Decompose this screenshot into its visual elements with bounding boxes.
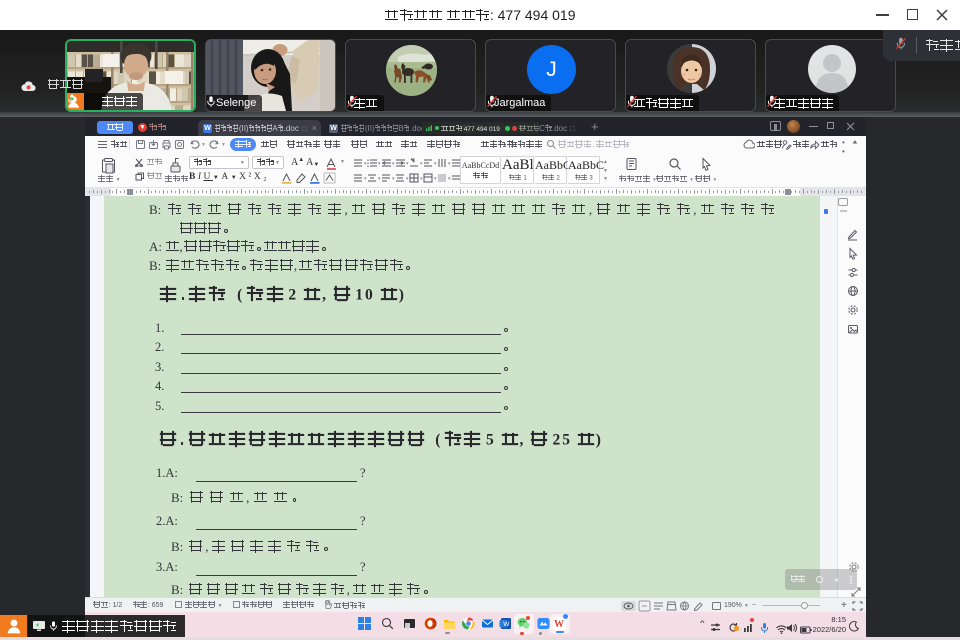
- svg-text:W: W: [503, 621, 510, 628]
- svg-text:W: W: [554, 619, 564, 630]
